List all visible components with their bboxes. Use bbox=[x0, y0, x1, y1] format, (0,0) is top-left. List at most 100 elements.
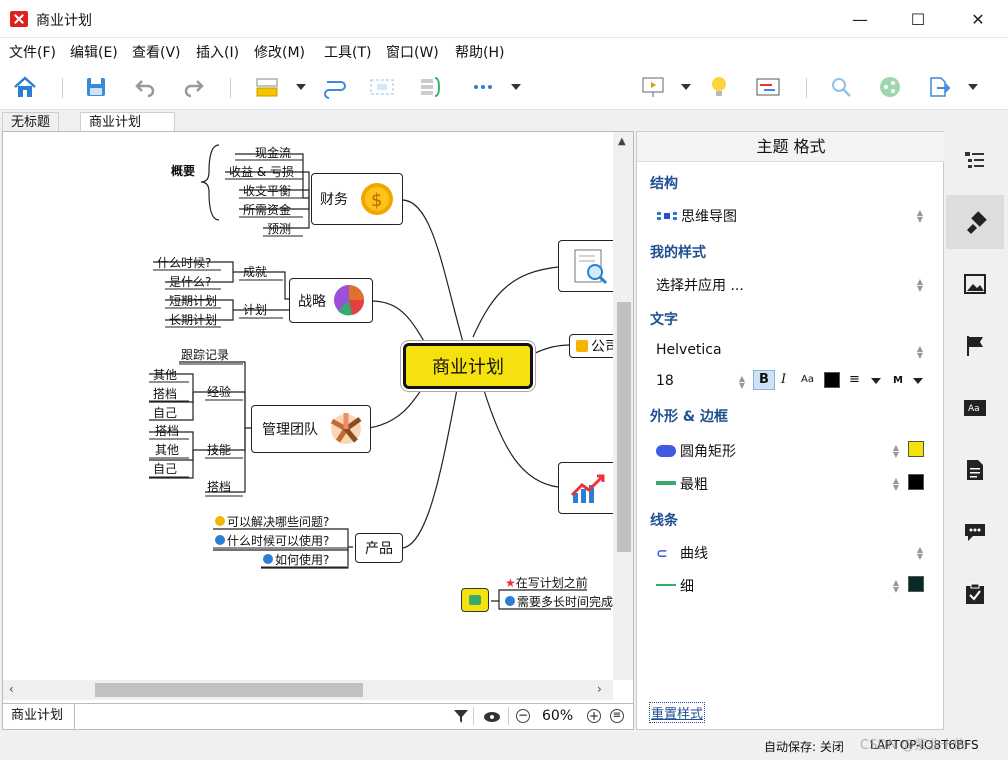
sticker-icon[interactable]: Aa bbox=[946, 381, 1004, 435]
brainstorm-icon[interactable] bbox=[706, 74, 732, 100]
tab-business-plan[interactable]: 商业计划 bbox=[80, 112, 175, 132]
leaf-problem[interactable]: 可以解决哪些问题? bbox=[215, 515, 329, 529]
outline-icon[interactable] bbox=[946, 133, 1004, 187]
structure-spinner-icon[interactable]: ▲ ▼ bbox=[915, 209, 925, 224]
align-dropdown-caret[interactable] bbox=[871, 378, 881, 384]
branch-skills[interactable]: 技能 bbox=[207, 443, 231, 457]
font-weight-button[interactable]: M bbox=[893, 375, 903, 386]
maximize-button[interactable]: ☐ bbox=[890, 0, 946, 38]
reset-style-link[interactable]: 重置样式 bbox=[649, 702, 706, 723]
leaf-exp-partner[interactable]: 搭档 bbox=[153, 387, 177, 401]
export-dropdown-caret[interactable] bbox=[968, 84, 978, 90]
line-color-swatch[interactable] bbox=[908, 576, 924, 592]
structure-select[interactable]: 思维导图 bbox=[657, 206, 737, 226]
leaf-skill-self[interactable]: 自己 bbox=[153, 462, 177, 476]
menu-view[interactable]: 查看(V) bbox=[132, 42, 181, 62]
weight-dropdown-caret[interactable] bbox=[913, 378, 923, 384]
font-spinner-icon[interactable]: ▲ ▼ bbox=[915, 345, 925, 360]
menu-help[interactable]: 帮助(H) bbox=[455, 42, 504, 62]
filter-icon[interactable] bbox=[453, 708, 469, 724]
autosave-status[interactable]: 自动保存: 关闭 bbox=[764, 738, 844, 755]
tab-untitled[interactable]: 无标题 bbox=[2, 112, 60, 132]
branch-plan[interactable]: 计划 bbox=[243, 303, 267, 317]
leaf-exp-self[interactable]: 自己 bbox=[153, 406, 177, 420]
sheet-tab[interactable]: 商业计划 bbox=[5, 704, 75, 729]
mystyle-spinner-icon[interactable]: ▲ ▼ bbox=[915, 278, 925, 293]
leaf-short-term[interactable]: 短期计划 bbox=[169, 294, 217, 308]
mystyle-select[interactable]: 选择并应用 ... bbox=[656, 275, 744, 295]
close-button[interactable]: ✕ bbox=[950, 0, 1006, 38]
zoom-menu-button[interactable]: ≡ bbox=[610, 709, 624, 723]
leaf-track-record[interactable]: 跟踪记录 bbox=[181, 348, 229, 362]
boundary-icon[interactable] bbox=[369, 74, 395, 100]
size-spinner-icon[interactable]: ▲ ▼ bbox=[737, 375, 747, 390]
floating-topic[interactable] bbox=[461, 588, 489, 612]
leaf-when[interactable]: 什么时候? bbox=[157, 256, 211, 270]
fill-color-swatch[interactable] bbox=[908, 441, 924, 457]
menu-tools[interactable]: 工具(T) bbox=[324, 42, 371, 62]
presentation-icon[interactable] bbox=[640, 74, 666, 100]
border-width-select[interactable]: 最粗 bbox=[656, 474, 708, 494]
menu-file[interactable]: 文件(F) bbox=[9, 42, 56, 62]
relationship-icon[interactable] bbox=[322, 74, 348, 100]
presentation-dropdown-caret[interactable] bbox=[681, 84, 691, 90]
font-size-input[interactable]: 18 bbox=[656, 373, 674, 389]
topic-team[interactable]: 管理团队 bbox=[251, 405, 371, 453]
horizontal-scrollbar[interactable]: ‹ › bbox=[3, 680, 613, 700]
branch-experience[interactable]: 经验 bbox=[207, 385, 231, 399]
topic-finance[interactable]: 财务 $ bbox=[311, 173, 403, 225]
font-family-select[interactable]: Helvetica bbox=[656, 342, 722, 358]
border-spinner-icon[interactable]: ▲ ▼ bbox=[891, 477, 901, 492]
topic-dropdown-caret[interactable] bbox=[296, 84, 306, 90]
menu-edit[interactable]: 编辑(E) bbox=[70, 42, 118, 62]
gantt-icon[interactable] bbox=[755, 74, 781, 100]
border-color-swatch[interactable] bbox=[908, 474, 924, 490]
image-icon[interactable] bbox=[946, 257, 1004, 311]
shape-spinner-icon[interactable]: ▲ ▼ bbox=[891, 444, 901, 459]
undo-icon[interactable] bbox=[132, 74, 158, 100]
branch-achievement[interactable]: 成就 bbox=[243, 265, 267, 279]
task-icon[interactable] bbox=[946, 567, 1004, 621]
floating-before-plan[interactable]: ★在写计划之前 bbox=[505, 576, 588, 590]
scroll-right-arrow-icon[interactable]: › bbox=[597, 682, 602, 696]
topic-icon[interactable] bbox=[254, 74, 280, 100]
line-width-spinner-icon[interactable]: ▲ ▼ bbox=[891, 579, 901, 594]
mindmap-canvas[interactable]: 商业计划 财务 $ 概要 现金流 收益 & 亏损 收支平衡 所需资金 预测 战略… bbox=[2, 131, 634, 704]
minimize-button[interactable]: — bbox=[832, 0, 888, 38]
shape-select[interactable]: 圆角矩形 bbox=[656, 441, 736, 461]
zoom-in-button[interactable]: + bbox=[587, 709, 601, 723]
leaf-skill-other[interactable]: 其他 bbox=[155, 443, 179, 457]
topic-product[interactable]: 产品 bbox=[355, 533, 403, 563]
floating-duration[interactable]: 需要多长时间完成 bbox=[505, 595, 613, 609]
menu-insert[interactable]: 插入(I) bbox=[196, 42, 239, 62]
line-style-spinner-icon[interactable]: ▲ ▼ bbox=[915, 546, 925, 561]
leaf-forecast[interactable]: 预测 bbox=[267, 222, 291, 236]
leaf-profit-loss[interactable]: 收益 & 亏损 bbox=[229, 165, 294, 179]
more-icon[interactable] bbox=[470, 74, 496, 100]
line-style-select[interactable]: ⊂ 曲线 bbox=[656, 543, 708, 563]
leaf-breakeven[interactable]: 收支平衡 bbox=[243, 184, 291, 198]
vertical-scrollbar[interactable]: ▲ bbox=[613, 132, 633, 680]
leaf-skill-partner[interactable]: 搭档 bbox=[155, 424, 179, 438]
export-icon[interactable] bbox=[926, 74, 952, 100]
scroll-up-arrow-icon[interactable]: ▲ bbox=[618, 136, 626, 147]
horizontal-scroll-thumb[interactable] bbox=[95, 683, 363, 697]
leaf-what[interactable]: 是什么? bbox=[169, 275, 211, 289]
menu-modify[interactable]: 修改(M) bbox=[254, 42, 305, 62]
search-icon[interactable] bbox=[828, 74, 854, 100]
leaf-when-use[interactable]: 什么时候可以使用? bbox=[215, 534, 329, 548]
case-button[interactable]: Aa bbox=[801, 374, 814, 385]
vertical-scroll-thumb[interactable] bbox=[617, 302, 631, 552]
comments-icon[interactable] bbox=[946, 505, 1004, 559]
bold-button[interactable]: B bbox=[753, 370, 775, 390]
topic-strategy[interactable]: 战略 bbox=[289, 278, 373, 323]
align-icon[interactable]: ≡ bbox=[849, 372, 860, 387]
summary-label[interactable]: 概要 bbox=[171, 164, 195, 178]
central-topic[interactable]: 商业计划 bbox=[403, 343, 533, 389]
italic-button[interactable]: I bbox=[781, 372, 786, 387]
format-brush-icon[interactable] bbox=[946, 195, 1004, 249]
leaf-funding[interactable]: 所需资金 bbox=[243, 203, 291, 217]
scroll-left-arrow-icon[interactable]: ‹ bbox=[9, 682, 14, 696]
eye-icon[interactable] bbox=[483, 710, 501, 724]
zoom-out-button[interactable]: − bbox=[516, 709, 530, 723]
